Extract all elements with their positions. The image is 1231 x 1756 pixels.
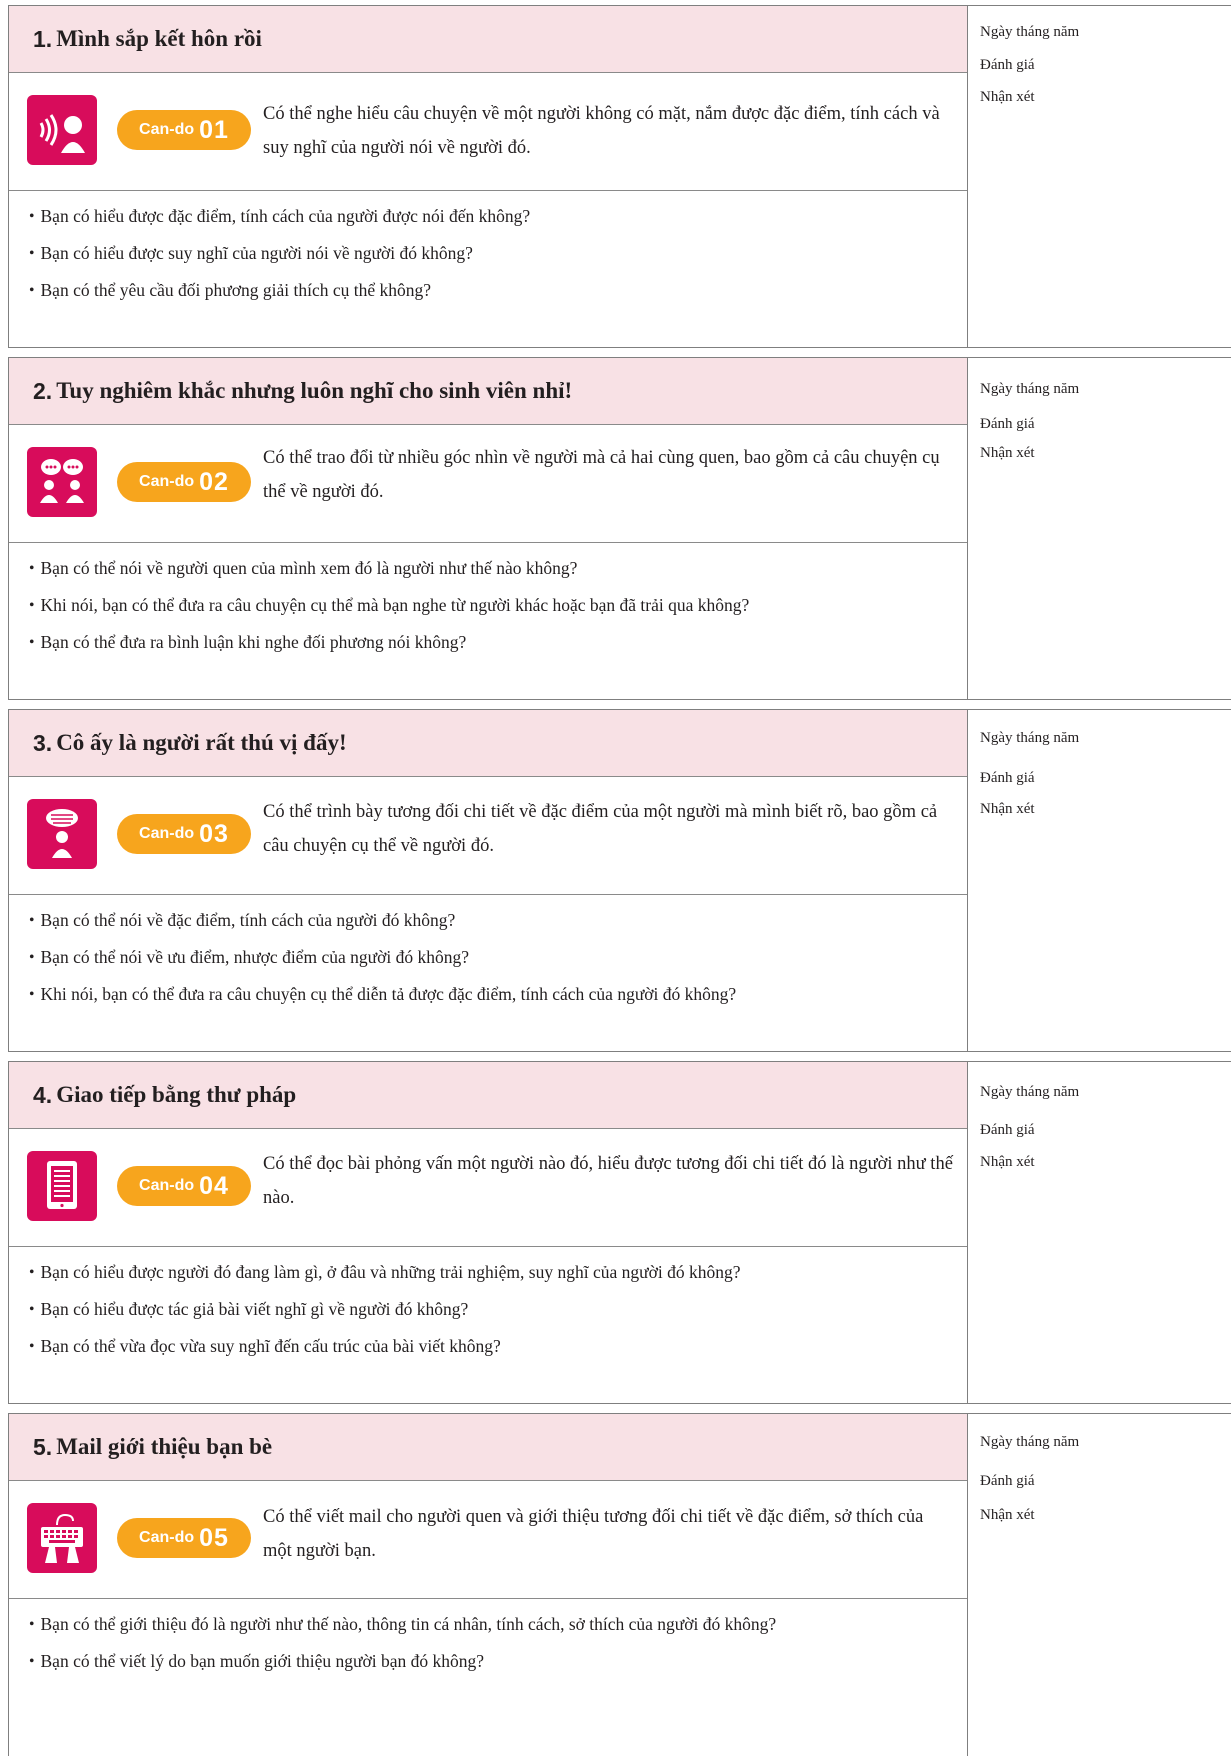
check-points: ・Bạn có thể nói về đặc điểm, tính cách c… (9, 906, 967, 1017)
section-5: 5. Mail giới thiệu bạn bè Can-do 05 Có t… (8, 1413, 1231, 1756)
can-do-description: Có thể trao đổi từ nhiều góc nhìn về ngư… (263, 448, 940, 502)
section-main: 4. Giao tiếp bằng thư pháp Can-do 04 Có … (8, 1062, 968, 1403)
check-point: ・Bạn có hiểu được tác giả bài viết nghĩ … (23, 1299, 469, 1319)
comment-label: Nhận xét (980, 445, 1035, 461)
conversation-icon (27, 447, 97, 517)
section-4: 4. Giao tiếp bằng thư pháp Can-do 04 Có … (8, 1061, 1231, 1404)
section-title: 1. Mình sắp kết hôn rồi (33, 6, 262, 72)
comment-label: Nhận xét (980, 801, 1035, 817)
check-point: ・Bạn có hiểu được suy nghĩ của người nói… (23, 243, 473, 263)
section-title-bar: 4. Giao tiếp bằng thư pháp (9, 1062, 967, 1129)
check-point: ・Bạn có thể đưa ra bình luận khi nghe đố… (23, 632, 467, 652)
check-points: ・Bạn có thể giới thiệu đó là người như t… (9, 1610, 967, 1684)
can-do-label: Can-do (139, 1529, 195, 1546)
can-do-number: 01 (199, 115, 229, 144)
check-point: ・Bạn có thể vừa đọc vừa suy nghĩ đến cấu… (23, 1336, 501, 1356)
comment-label: Nhận xét (980, 1154, 1035, 1170)
section-title-text: Tuy nghiêm khắc nhưng luôn nghĩ cho sinh… (56, 378, 573, 403)
section-number: 3. (33, 729, 53, 756)
comment-label: Nhận xét (980, 89, 1035, 105)
can-do-description: Có thể nghe hiểu câu chuyện về một người… (263, 104, 940, 158)
rating-label: Đánh giá (980, 770, 1035, 786)
rating-label: Đánh giá (980, 1473, 1035, 1489)
can-do-badge: Can-do 03 (117, 814, 251, 854)
can-do-description: Có thể viết mail cho người quen và giới … (263, 1507, 924, 1561)
can-do-number: 05 (199, 1523, 229, 1552)
section-title-text: Mình sắp kết hôn rồi (56, 26, 262, 51)
section-title: 4. Giao tiếp bằng thư pháp (33, 1062, 296, 1128)
section-title: 3. Cô ấy là người rất thú vị đấy! (33, 710, 347, 776)
can-do-badge: Can-do 01 (117, 110, 251, 150)
check-points: ・Bạn có hiểu được đặc điểm, tính cách củ… (9, 202, 967, 313)
comment-label: Nhận xét (980, 1507, 1035, 1523)
can-do-label: Can-do (139, 1177, 195, 1194)
keyboard-typing-icon (27, 1503, 97, 1573)
can-do-badge: Can-do 04 (117, 1166, 251, 1206)
can-do-row: Can-do 04 Có thể đọc bài phỏng vấn một n… (9, 1129, 967, 1247)
section-title: 5. Mail giới thiệu bạn bè (33, 1414, 272, 1480)
date-label: Ngày tháng năm (980, 1434, 1080, 1450)
check-point: ・Bạn có hiểu được người đó đang làm gì, … (23, 1262, 741, 1282)
section-title-bar: 2. Tuy nghiêm khắc nhưng luôn nghĩ cho s… (9, 358, 967, 425)
check-point: ・Bạn có thể viết lý do bạn muốn giới thi… (23, 1651, 485, 1671)
rating-label: Đánh giá (980, 1122, 1035, 1138)
can-do-number: 04 (199, 1171, 229, 1200)
reading-tablet-icon (27, 1151, 97, 1221)
can-do-row: Can-do 02 Có thể trao đổi từ nhiều góc n… (9, 425, 967, 543)
can-do-label: Can-do (139, 825, 195, 842)
rating-label: Đánh giá (980, 416, 1035, 432)
check-point: ・Bạn có thể giới thiệu đó là người như t… (23, 1614, 777, 1634)
section-number: 1. (33, 25, 53, 52)
section-3: 3. Cô ấy là người rất thú vị đấy! Can-do… (8, 709, 1231, 1052)
can-do-number: 02 (199, 467, 229, 496)
section-title-bar: 1. Mình sắp kết hôn rồi (9, 6, 967, 73)
rating-label: Đánh giá (980, 57, 1035, 73)
section-title-text: Giao tiếp bằng thư pháp (56, 1082, 297, 1107)
section-1: 1. Mình sắp kết hôn rồi Can-do 01 Có thể… (8, 5, 1231, 348)
check-point: ・Bạn có thể nói về ưu điểm, nhược điểm c… (23, 947, 469, 967)
can-do-badge: Can-do 05 (117, 1518, 251, 1558)
can-do-badge: Can-do 02 (117, 462, 251, 502)
listening-person-icon (27, 95, 97, 165)
check-point: ・Khi nói, bạn có thể đưa ra câu chuyện c… (23, 595, 750, 615)
can-do-description: Có thể trình bày tương đối chi tiết về đ… (263, 802, 938, 856)
check-point: ・Bạn có hiểu được đặc điểm, tính cách củ… (23, 206, 531, 226)
section-number: 4. (33, 1081, 53, 1108)
section-title-bar: 5. Mail giới thiệu bạn bè (9, 1414, 967, 1481)
check-points: ・Bạn có thể nói về người quen của mình x… (9, 554, 967, 665)
date-label: Ngày tháng năm (980, 381, 1080, 397)
section-title-text: Mail giới thiệu bạn bè (56, 1434, 273, 1459)
speech-presenter-icon (27, 799, 97, 869)
check-point: ・Khi nói, bạn có thể đưa ra câu chuyện c… (23, 984, 737, 1004)
section-main: 1. Mình sắp kết hôn rồi Can-do 01 Có thể… (8, 6, 968, 347)
date-label: Ngày tháng năm (980, 1084, 1080, 1100)
check-point: ・Bạn có thể nói về đặc điểm, tính cách c… (23, 910, 456, 930)
section-title-text: Cô ấy là người rất thú vị đấy! (56, 730, 347, 755)
can-do-row: Can-do 01 Có thể nghe hiểu câu chuyện về… (9, 73, 967, 191)
can-do-label: Can-do (139, 473, 195, 490)
section-2: 2. Tuy nghiêm khắc nhưng luôn nghĩ cho s… (8, 357, 1231, 700)
section-main: 5. Mail giới thiệu bạn bè Can-do 05 Có t… (8, 1414, 968, 1756)
section-main: 2. Tuy nghiêm khắc nhưng luôn nghĩ cho s… (8, 358, 968, 699)
section-title: 2. Tuy nghiêm khắc nhưng luôn nghĩ cho s… (33, 358, 572, 424)
can-do-number: 03 (199, 819, 229, 848)
date-label: Ngày tháng năm (980, 730, 1080, 746)
date-label: Ngày tháng năm (980, 24, 1080, 40)
section-number: 5. (33, 1433, 53, 1460)
check-point: ・Bạn có thể nói về người quen của mình x… (23, 558, 578, 578)
section-title-bar: 3. Cô ấy là người rất thú vị đấy! (9, 710, 967, 777)
section-number: 2. (33, 377, 53, 404)
section-main: 3. Cô ấy là người rất thú vị đấy! Can-do… (8, 710, 968, 1051)
can-do-description: Có thể đọc bài phỏng vấn một người nào đ… (263, 1154, 953, 1208)
can-do-row: Can-do 05 Có thể viết mail cho người que… (9, 1481, 967, 1599)
check-points: ・Bạn có hiểu được người đó đang làm gì, … (9, 1258, 967, 1369)
check-point: ・Bạn có thể yêu cầu đối phương giải thíc… (23, 280, 432, 300)
can-do-label: Can-do (139, 121, 195, 138)
can-do-row: Can-do 03 Có thể trình bày tương đối chi… (9, 777, 967, 895)
